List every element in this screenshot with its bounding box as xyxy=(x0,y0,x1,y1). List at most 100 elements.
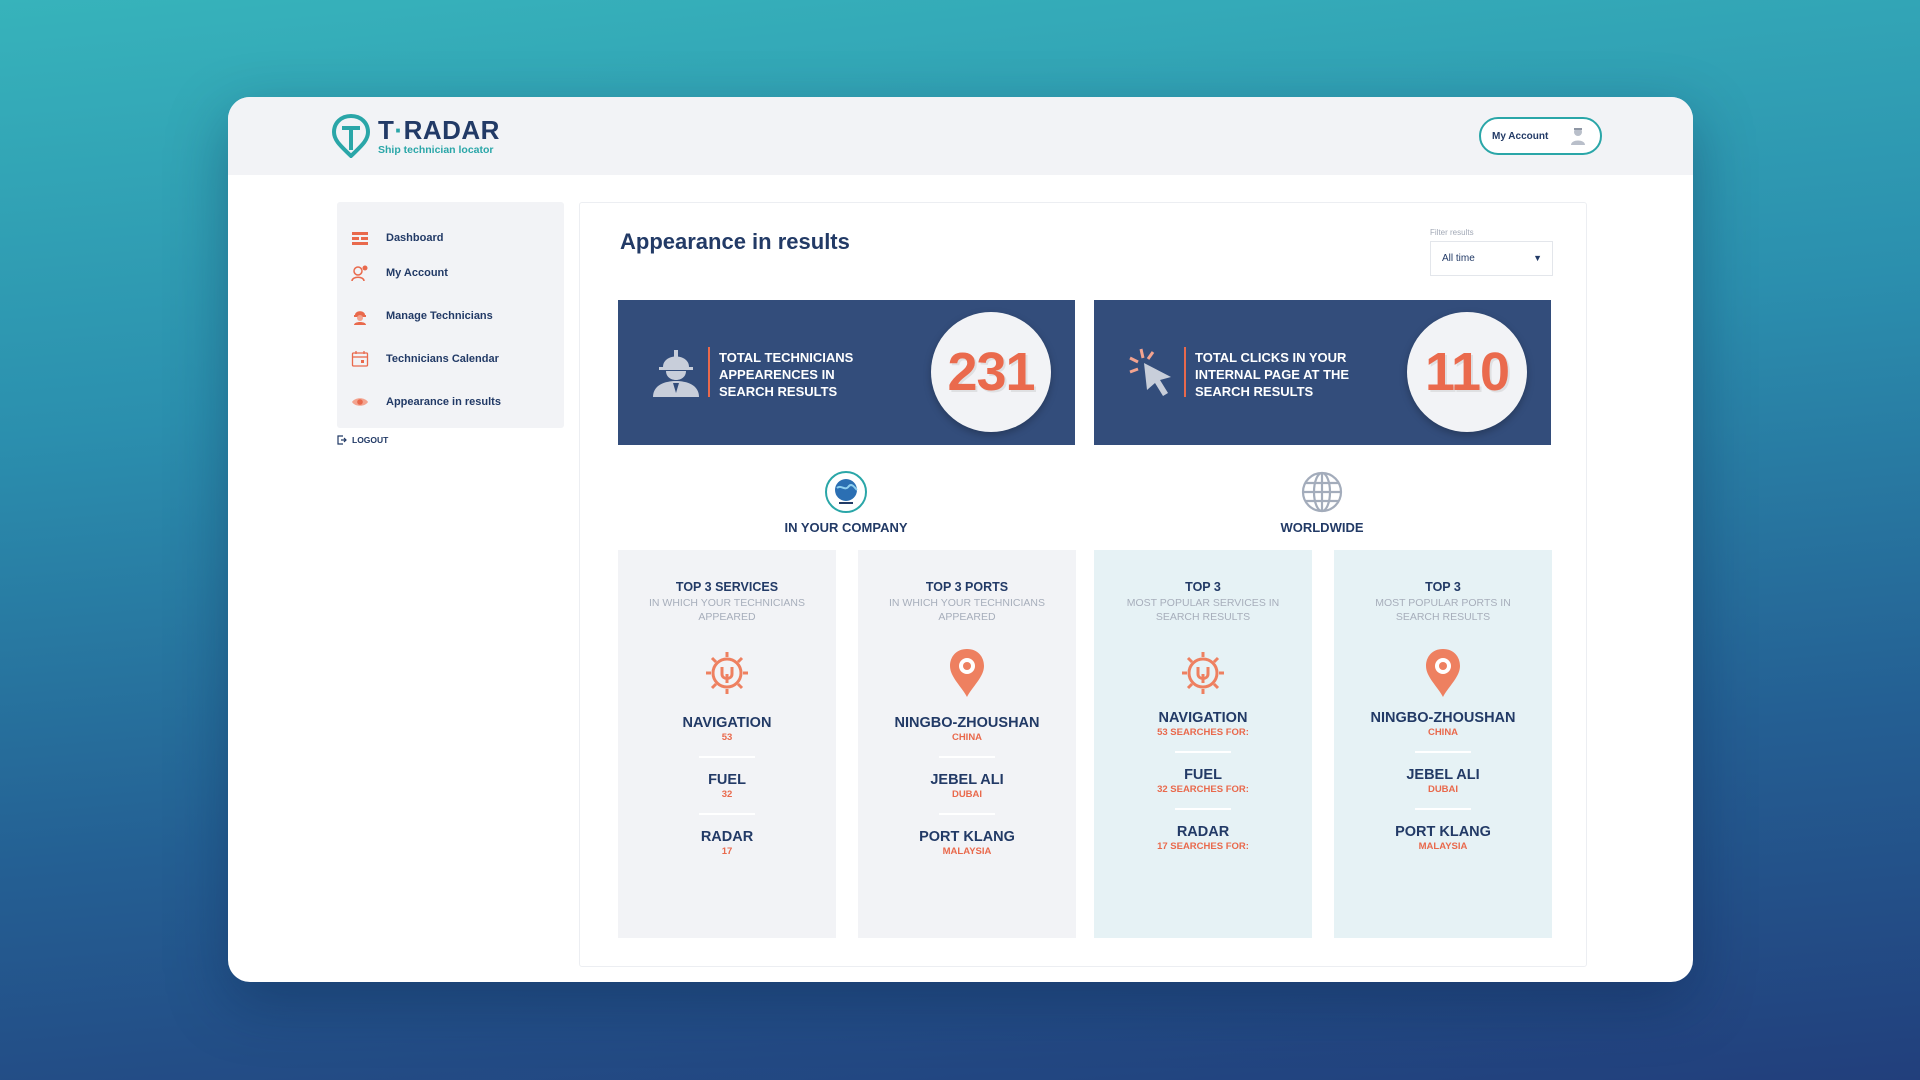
item-value: 17 xyxy=(721,846,733,857)
divider xyxy=(1415,808,1471,810)
stat-value: 231 xyxy=(947,342,1035,402)
sidebar-item-technicians-calendar[interactable]: Technicians Calendar xyxy=(337,341,564,376)
list-item: RADAR 17 xyxy=(618,829,836,857)
item-name: RADAR xyxy=(1176,824,1230,840)
stat-divider xyxy=(1184,347,1186,397)
group-header-company: IN YOUR COMPANY xyxy=(746,470,946,535)
item-value: CHINA xyxy=(1427,727,1459,738)
list-item: NAVIGATION 53 xyxy=(618,715,836,743)
location-pin-icon xyxy=(1426,649,1460,697)
group-label: WORLDWIDE xyxy=(1280,520,1364,535)
item-name: JEBEL ALI xyxy=(1406,767,1480,783)
top-services-worldwide-card: TOP 3 MOST POPULAR SERVICES IN SEARCH RE… xyxy=(1094,550,1312,938)
app-subtitle: Ship technician locator xyxy=(378,143,494,156)
list-item: NINGBO-ZHOUSHAN CHINA xyxy=(858,715,1076,743)
divider xyxy=(1175,751,1231,753)
sidebar-item-label: Technicians Calendar xyxy=(386,352,499,365)
card-subtitle: MOST POPULAR SERVICES IN SEARCH RESULTS xyxy=(1126,597,1280,623)
item-value: 32 xyxy=(721,789,733,800)
filter-select-value: All time xyxy=(1442,253,1475,264)
item-name: PORT KLANG xyxy=(1395,824,1491,840)
item-value: DUBAI xyxy=(1427,784,1459,795)
technician-icon xyxy=(354,310,366,325)
logout-icon xyxy=(337,435,347,445)
sidebar-item-label: Manage Technicians xyxy=(386,309,493,322)
sidebar-item-appearance-in-results[interactable]: Appearance in results xyxy=(337,384,564,419)
top-ports-company-card: TOP 3 PORTS IN WHICH YOUR TECHNICIANS AP… xyxy=(858,550,1076,938)
list-item: RADAR 17 SEARCHES FOR: xyxy=(1094,824,1312,852)
item-name: PORT KLANG xyxy=(919,829,1015,845)
item-name: NAVIGATION xyxy=(1158,710,1248,726)
cursor-click-icon xyxy=(1129,348,1171,396)
card-title: TOP 3 xyxy=(1185,580,1221,594)
sidebar-item-manage-technicians[interactable]: Manage Technicians xyxy=(337,298,564,333)
stat-label: Total technicians appearences in search … xyxy=(719,350,854,399)
eye-icon xyxy=(352,397,368,406)
main-panel: Appearance in results Filter results All… xyxy=(579,202,1587,967)
item-name: NINGBO-ZHOUSHAN xyxy=(894,715,1040,731)
filter-label: Filter results xyxy=(1430,228,1474,237)
stat-label: Total clicks in your internal page at th… xyxy=(1195,350,1350,399)
item-value: MALAYSIA xyxy=(1418,841,1468,852)
list-item: NINGBO-ZHOUSHAN CHINA xyxy=(1334,710,1552,738)
top-bar: T·RADAR Ship technician locator My Accou… xyxy=(228,97,1693,175)
list-item: FUEL 32 xyxy=(618,772,836,800)
gear-icon xyxy=(1182,652,1224,694)
globe-icon xyxy=(1301,471,1343,513)
group-header-worldwide: WORLDWIDE xyxy=(1222,470,1422,535)
item-name: NINGBO-ZHOUSHAN xyxy=(1370,710,1516,726)
stat-divider xyxy=(708,347,710,397)
divider xyxy=(939,813,995,815)
sidebar-item-label: My Account xyxy=(386,266,448,279)
stat-value-badge: 110 xyxy=(1407,312,1527,432)
logout-link[interactable]: LOGOUT xyxy=(337,435,388,445)
card-title: TOP 3 PORTS xyxy=(925,580,1009,594)
stat-card-appearances: Total technicians appearences in search … xyxy=(618,300,1075,445)
item-name: FUEL xyxy=(1184,767,1222,783)
item-value: 32 SEARCHES FOR: xyxy=(1157,784,1249,795)
app-window: T·RADAR Ship technician locator My Accou… xyxy=(228,97,1693,982)
item-name: NAVIGATION xyxy=(682,715,772,731)
item-value: MALAYSIA xyxy=(942,846,992,857)
worker-icon xyxy=(653,350,699,397)
stat-value: 110 xyxy=(1424,342,1510,402)
location-pin-icon xyxy=(950,649,984,697)
sidebar-item-my-account[interactable]: My Account xyxy=(337,255,564,290)
item-value: DUBAI xyxy=(951,789,983,800)
card-subtitle: IN WHICH YOUR TECHNICIANS APPEARED xyxy=(889,597,1045,623)
divider xyxy=(1175,808,1231,810)
list-item: PORT KLANG MALAYSIA xyxy=(1334,824,1552,852)
list-item: JEBEL ALI DUBAI xyxy=(1334,767,1552,795)
my-account-button-label: My Account xyxy=(1492,130,1549,142)
logout-label: LOGOUT xyxy=(352,435,389,445)
divider xyxy=(939,756,995,758)
item-value: 17 SEARCHES FOR: xyxy=(1157,841,1249,852)
sidebar-item-dashboard[interactable]: Dashboard xyxy=(337,220,564,255)
my-account-button[interactable]: My Account xyxy=(1479,117,1602,155)
list-item: FUEL 32 SEARCHES FOR: xyxy=(1094,767,1312,795)
calendar-icon xyxy=(351,350,369,367)
card-subtitle: IN WHICH YOUR TECHNICIANS APPEARED xyxy=(649,597,805,623)
group-label: IN YOUR COMPANY xyxy=(784,520,908,535)
list-item: PORT KLANG MALAYSIA xyxy=(858,829,1076,857)
list-item: NAVIGATION 53 SEARCHES FOR: xyxy=(1094,710,1312,738)
divider xyxy=(699,813,755,815)
divider xyxy=(1415,751,1471,753)
item-value: CHINA xyxy=(951,732,983,743)
app-title: T·RADAR xyxy=(378,114,500,145)
sidebar: Dashboard My Account Manage Technicians xyxy=(337,202,564,428)
top-ports-worldwide-card: TOP 3 MOST POPULAR PORTS IN SEARCH RESUL… xyxy=(1334,550,1552,938)
item-value: 53 SEARCHES FOR: xyxy=(1157,727,1249,738)
company-logo-icon xyxy=(825,471,867,513)
filter-select[interactable]: All time ▼ xyxy=(1430,241,1553,276)
sidebar-item-label: Appearance in results xyxy=(386,395,501,408)
page-title: Appearance in results xyxy=(620,229,850,254)
logo-pin-icon xyxy=(332,114,370,158)
stat-card-clicks: Total clicks in your internal page at th… xyxy=(1094,300,1551,445)
caret-down-icon: ▼ xyxy=(1533,253,1542,263)
gear-icon xyxy=(706,652,748,694)
logo[interactable]: T·RADAR Ship technician locator xyxy=(332,114,500,158)
item-name: RADAR xyxy=(700,829,754,845)
item-name: JEBEL ALI xyxy=(930,772,1004,788)
avatar-icon xyxy=(1571,128,1585,145)
